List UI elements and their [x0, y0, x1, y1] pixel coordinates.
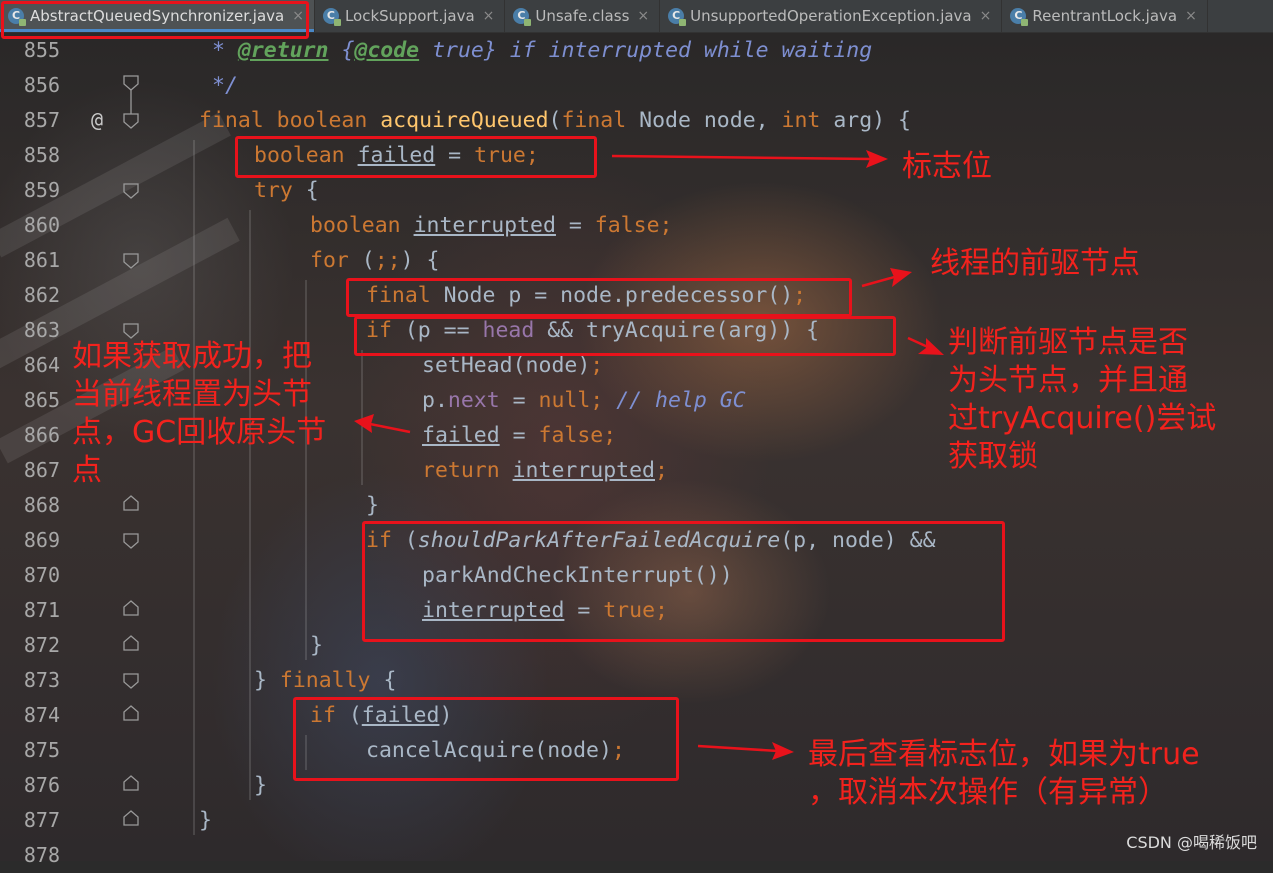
line-number: 870 [23, 563, 60, 587]
line-number: 864 [23, 353, 60, 377]
line-number: 863 [23, 318, 60, 342]
highlight-failed-flag [235, 136, 597, 178]
line-number: 861 [23, 248, 60, 272]
tab-reentrantlock[interactable]: C ReentrantLock.java × [1002, 0, 1208, 32]
watermark: CSDN @喝稀饭吧 [1126, 833, 1257, 852]
code-line-860: boolean interrupted = false; [310, 213, 673, 238]
close-icon[interactable]: × [637, 8, 649, 24]
code-line-876: } [254, 773, 267, 798]
highlight-finally-check [293, 697, 679, 781]
line-number: 875 [23, 738, 60, 762]
code-line-868: } [366, 493, 379, 518]
close-icon[interactable]: × [980, 8, 992, 24]
annotation-predecessor: 线程的前驱节点 [930, 246, 1140, 281]
code-line-865: p.next = null; // help GC [422, 388, 746, 413]
java-class-icon: C [513, 8, 532, 26]
line-number: 878 [23, 843, 60, 867]
highlight-predecessor [346, 278, 852, 317]
line-number: 869 [23, 528, 60, 552]
line-number: 860 [23, 213, 60, 237]
tab-unsafe[interactable]: C Unsafe.class × [505, 0, 661, 32]
line-number: 871 [23, 598, 60, 622]
close-icon[interactable]: × [1185, 8, 1197, 24]
tab-label: LockSupport.java [344, 7, 475, 25]
line-number: 858 [23, 143, 60, 167]
code-line-872: } [310, 633, 323, 658]
code-line-859: try { [254, 178, 319, 203]
line-number: 855 [23, 38, 60, 62]
annotation-finally-check: 最后查看标志位，如果为true ，取消本次操作（有异常） [808, 737, 1200, 810]
code-line-873: } finally { [254, 668, 397, 693]
annotation-set-head: 如果获取成功，把 当前线程置为头节 点，GC回收原头节 点 [72, 339, 327, 488]
code-line-877: } [199, 808, 212, 833]
code-line-861: for (;;) { [310, 248, 440, 273]
line-number: 874 [23, 703, 60, 727]
line-number: 872 [23, 633, 60, 657]
line-number: 859 [23, 178, 60, 202]
highlight-should-park [362, 521, 1005, 642]
code-line-866: failed = false; [422, 423, 617, 448]
line-number: 866 [23, 423, 60, 447]
java-class-icon: C [668, 8, 687, 26]
code-line-855: * @return {@code true} if interrupted wh… [212, 38, 873, 63]
line-number: 873 [23, 668, 60, 692]
tab-label: Unsafe.class [535, 7, 630, 25]
tab-label: ReentrantLock.java [1032, 7, 1178, 25]
line-number: 856 [23, 73, 60, 97]
annotation-check-head: 判断前驱节点是否 为头节点，并且通 过tryAcquire()尝试 获取锁 [948, 325, 1217, 474]
code-line-857: final boolean acquireQueued(final Node n… [199, 108, 911, 133]
line-number: 862 [23, 283, 60, 307]
java-class-icon: C [322, 8, 341, 26]
highlight-head-check [354, 316, 896, 356]
line-number: 857 [23, 108, 60, 132]
tab-label: UnsupportedOperationException.java [690, 7, 972, 25]
line-number: 868 [23, 493, 60, 517]
tab-locksupport[interactable]: C LockSupport.java × [315, 0, 506, 32]
line-number: 865 [23, 388, 60, 412]
line-number: 877 [23, 808, 60, 832]
line-number: 876 [23, 773, 60, 797]
line-number: 867 [23, 458, 60, 482]
annotation-flag: 标志位 [902, 149, 992, 184]
tab-unsupportedoperationexception[interactable]: C UnsupportedOperationException.java × [660, 0, 1003, 32]
code-line-856: */ [212, 73, 238, 98]
java-class-icon: C [1010, 8, 1029, 26]
implementation-marker-icon[interactable]: @ [91, 103, 103, 138]
code-line-867: return interrupted; [422, 458, 668, 483]
close-icon[interactable]: × [483, 8, 495, 24]
